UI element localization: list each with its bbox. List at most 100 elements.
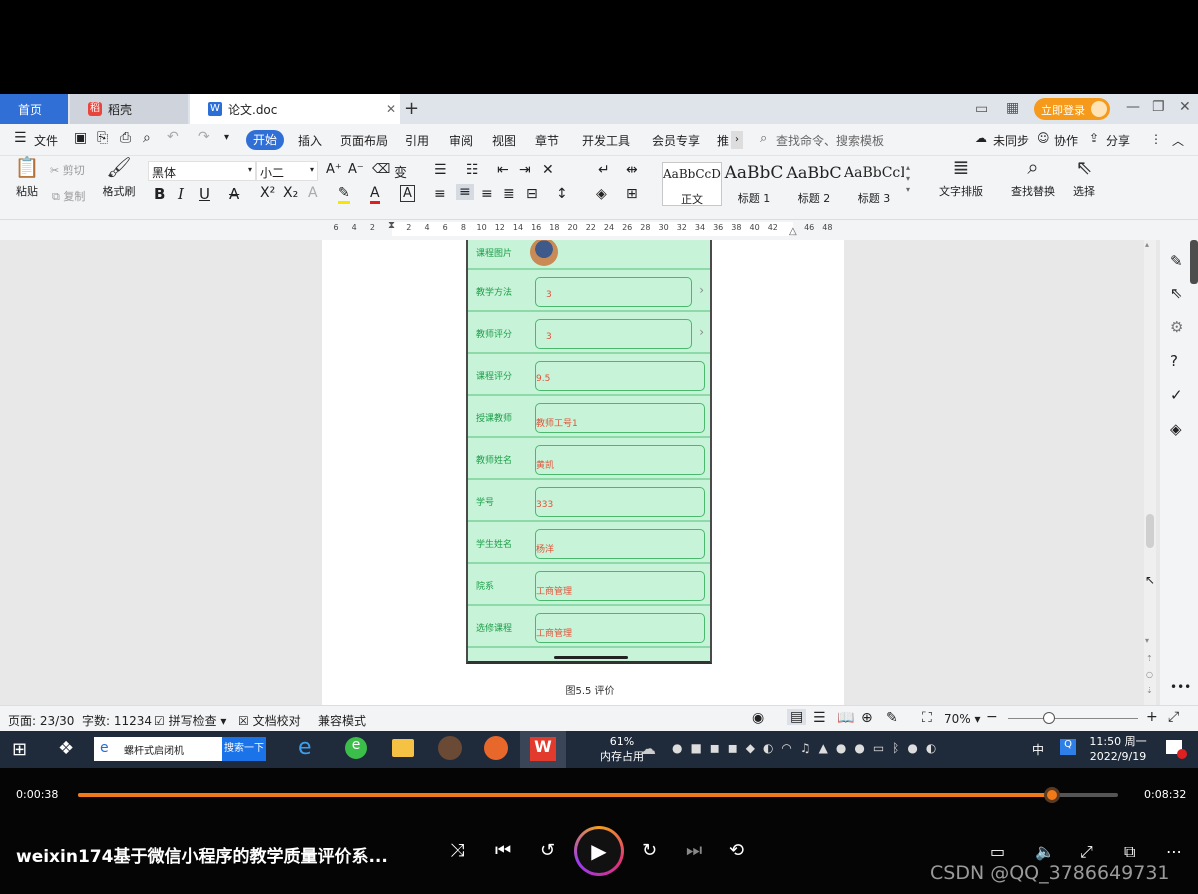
char-border-icon[interactable]: A	[400, 185, 415, 202]
font-grow-icon[interactable]: A⁺	[326, 162, 342, 177]
media-app-icon[interactable]	[438, 736, 462, 760]
menu-more[interactable]: 推	[717, 132, 729, 149]
scroll-up-icon[interactable]: ▴	[1145, 240, 1149, 249]
taskbar-search-box[interactable]: e 螺杆式启闭机	[94, 737, 222, 761]
chinese-layout-icon[interactable]: ✕	[542, 162, 554, 178]
form-input[interactable]: 工商管理	[535, 571, 705, 601]
cut-button[interactable]: ✂ 剪切	[50, 162, 85, 178]
pointer-icon[interactable]: ⇖	[1170, 284, 1183, 302]
next-icon[interactable]: ⏭	[686, 840, 702, 861]
export-icon[interactable]: ⎘	[97, 130, 108, 146]
fit-page-icon[interactable]: ⛶	[922, 710, 932, 726]
command-search[interactable]: 查找命令、搜索模板	[776, 132, 884, 149]
sync-status[interactable]: 未同步	[993, 132, 1029, 149]
mini-player-icon[interactable]: ⧉	[1124, 842, 1135, 862]
highlight-icon[interactable]: ✎	[338, 185, 350, 204]
word-count[interactable]: 字数: 11234	[82, 712, 152, 729]
page-view-icon[interactable]: ▤	[787, 709, 807, 725]
bullets-icon[interactable]: ☰	[434, 162, 447, 178]
form-input[interactable]: 黄凯	[535, 445, 705, 475]
find-replace-button[interactable]: ⌕ 查找替换	[1004, 157, 1062, 199]
align-center-icon[interactable]: ≡	[456, 184, 474, 200]
menu-layout[interactable]: 页面布局	[340, 132, 388, 149]
progress-knob[interactable]	[1044, 787, 1061, 803]
rewind-10-icon[interactable]: ↺	[540, 840, 555, 861]
font-color-icon[interactable]: A	[370, 185, 380, 204]
more-icon[interactable]: ⋯	[1166, 842, 1182, 861]
pen-icon[interactable]: ✎	[1170, 252, 1183, 270]
menu-devtools[interactable]: 开发工具	[582, 132, 630, 149]
weather-icon[interactable]: ☁	[640, 739, 656, 758]
new-tab-button[interactable]: +	[404, 98, 419, 119]
memory-usage[interactable]: 61% 内存占用	[598, 734, 646, 764]
text-effect-icon[interactable]: A	[308, 185, 318, 201]
help-icon[interactable]: ?	[1170, 352, 1178, 370]
ime-indicator[interactable]: 中	[1032, 741, 1044, 758]
forward-30-icon[interactable]: ↻	[642, 840, 657, 861]
menu-view[interactable]: 视图	[492, 132, 516, 149]
paste-button[interactable]: 📋 粘贴	[10, 157, 44, 199]
next-page-icon[interactable]: ⇣	[1146, 686, 1153, 695]
login-button[interactable]: 立即登录	[1034, 98, 1110, 120]
select-button[interactable]: ⇖ 选择	[1066, 157, 1102, 199]
menu-chapter[interactable]: 章节	[535, 132, 559, 149]
write-view-icon[interactable]: ✎	[886, 710, 898, 726]
zoom-slider-knob[interactable]	[1043, 712, 1055, 724]
volume-icon[interactable]: 🔈	[1035, 842, 1055, 861]
collab-button[interactable]: 协作	[1054, 132, 1078, 149]
menu-file[interactable]: 文件	[34, 132, 58, 149]
subscript-icon[interactable]: X₂	[283, 185, 298, 201]
justify-icon[interactable]: ≣	[503, 186, 515, 202]
play-button[interactable]: ▶	[574, 826, 624, 876]
form-input[interactable]: 杨洋	[535, 529, 705, 559]
menu-reference[interactable]: 引用	[405, 132, 429, 149]
minimize-icon[interactable]: —	[1126, 99, 1140, 115]
eye-icon[interactable]: ◉	[752, 710, 764, 726]
previous-icon[interactable]: ⏮	[495, 840, 511, 861]
menu-scroll-right[interactable]: ›	[731, 131, 743, 149]
prev-page-icon[interactable]: ⇡	[1146, 654, 1153, 663]
ie-icon[interactable]: e	[298, 735, 312, 760]
zoom-in-icon[interactable]: +	[1146, 709, 1158, 725]
outdent-icon[interactable]: ⇤	[497, 162, 509, 178]
form-input[interactable]: 3	[535, 277, 692, 307]
menu-insert[interactable]: 插入	[298, 132, 322, 149]
form-input[interactable]: 9.5	[535, 361, 705, 391]
windows-start-icon[interactable]: ⊞	[12, 739, 27, 760]
sidebar-more-icon[interactable]: •••	[1170, 680, 1191, 694]
file-explorer-icon[interactable]	[392, 739, 414, 757]
spell-check[interactable]: ☑ 拼写检查 ▾	[154, 712, 226, 729]
line-break-icon[interactable]: ↵	[598, 162, 610, 178]
settings-slider-icon[interactable]: ⚙	[1170, 318, 1183, 336]
align-left-icon[interactable]: ≡	[434, 186, 446, 202]
zoom-slider[interactable]	[1008, 712, 1138, 724]
progress-track[interactable]	[78, 787, 1118, 803]
size-select[interactable]: 小二 ▾	[256, 161, 318, 181]
recorder-app-icon[interactable]	[484, 736, 508, 760]
compass-icon[interactable]: ◈	[1170, 420, 1182, 438]
indent-marker[interactable]: ⧗	[388, 220, 395, 231]
page-count[interactable]: 页面: 23/30	[8, 712, 74, 729]
tab-document[interactable]: W 论文.doc ✕	[190, 94, 400, 124]
fullscreen-icon[interactable]: ⤢	[1168, 709, 1179, 725]
underline-icon[interactable]: U	[199, 185, 210, 203]
fullscreen-toggle-icon[interactable]: ⤢	[1080, 842, 1093, 862]
clear-format-icon[interactable]: ⌫	[372, 162, 390, 177]
strikethrough-icon[interactable]: A	[229, 185, 239, 203]
shading-icon[interactable]: ◈	[596, 186, 607, 202]
review-icon[interactable]: ✓	[1170, 386, 1183, 404]
redo-icon[interactable]: ↷	[198, 129, 210, 145]
copy-button[interactable]: ⧉ 复制	[52, 188, 85, 204]
qq-icon[interactable]: Q	[1060, 739, 1076, 755]
undo-icon[interactable]: ↶	[167, 129, 179, 145]
distribute-icon[interactable]: ⊟	[526, 186, 538, 202]
collapse-ribbon-icon[interactable]: ︿	[1172, 132, 1184, 149]
italic-icon[interactable]: I	[178, 185, 184, 203]
form-input[interactable]: 333	[535, 487, 705, 517]
menu-start[interactable]: 开始	[246, 130, 284, 150]
more-options-icon[interactable]: ⋮	[1150, 132, 1162, 146]
app-launcher-icon[interactable]: ❖	[58, 738, 74, 759]
tab-home[interactable]: 首页	[0, 94, 68, 124]
apps-grid-icon[interactable]: ▦	[1006, 100, 1019, 116]
clock[interactable]: 11:50 周一 2022/9/19	[1086, 734, 1150, 764]
